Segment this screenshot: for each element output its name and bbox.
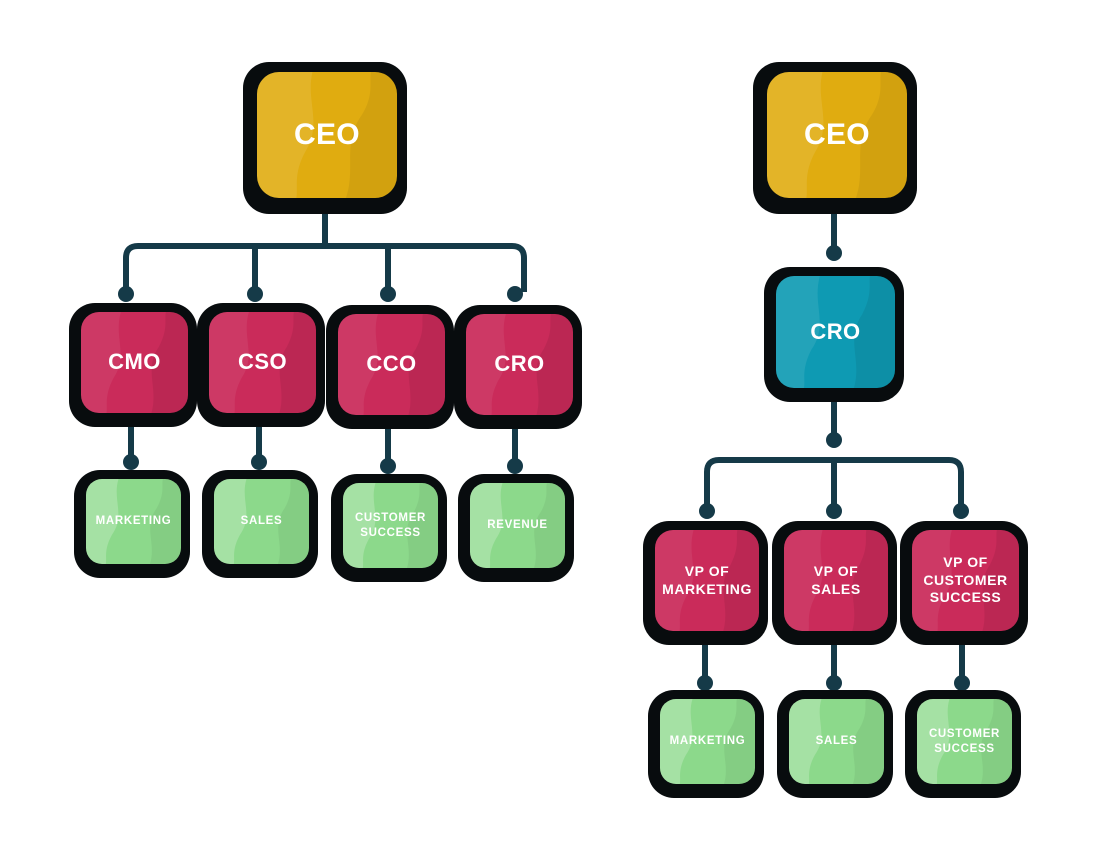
node-face: CUSTOMER SUCCESS	[917, 699, 1012, 784]
node-right-vp-customer-success[interactable]: VP OF CUSTOMER SUCCESS	[900, 521, 1028, 645]
node-label: MARKETING	[669, 735, 746, 748]
node-label: CSO	[238, 349, 287, 375]
node-label: SALES	[240, 515, 283, 528]
node-face: CEO	[257, 72, 397, 198]
org-chart-canvas: CEO CMO CSO CCO CRO MARKETING SALES CUST…	[0, 0, 1097, 853]
node-face: CRO	[776, 276, 895, 388]
node-left-cco[interactable]: CCO	[326, 305, 454, 429]
node-face: SALES	[214, 479, 309, 564]
node-left-cmo[interactable]: CMO	[69, 303, 197, 427]
node-left-ceo[interactable]: CEO	[243, 62, 407, 214]
node-label: VP OF MARKETING	[662, 563, 752, 597]
node-right-vp-sales[interactable]: VP OF SALES	[772, 521, 897, 645]
node-left-leaf-revenue[interactable]: REVENUE	[458, 474, 574, 582]
node-right-leaf-customer-success[interactable]: CUSTOMER SUCCESS	[905, 690, 1021, 798]
node-left-cso[interactable]: CSO	[197, 303, 325, 427]
node-face: CRO	[466, 314, 573, 415]
node-label: CRO	[494, 351, 545, 377]
node-face: CMO	[81, 312, 188, 413]
node-right-cro[interactable]: CRO	[764, 267, 904, 402]
node-label: CEO	[804, 118, 870, 152]
node-face: SALES	[789, 699, 884, 784]
node-face: VP OF CUSTOMER SUCCESS	[912, 530, 1019, 631]
node-label: CEO	[294, 118, 360, 152]
node-right-ceo[interactable]: CEO	[753, 62, 917, 214]
node-label: CCO	[366, 351, 417, 377]
node-label: VP OF SALES	[811, 563, 861, 597]
node-left-leaf-sales[interactable]: SALES	[202, 470, 318, 578]
node-label: VP OF CUSTOMER SUCCESS	[923, 554, 1008, 606]
node-face: MARKETING	[86, 479, 181, 564]
node-face: VP OF MARKETING	[655, 530, 759, 631]
node-left-leaf-customer-success[interactable]: CUSTOMER SUCCESS	[331, 474, 447, 582]
node-right-leaf-sales[interactable]: SALES	[777, 690, 893, 798]
node-label: CRO	[810, 318, 861, 344]
node-label: REVENUE	[487, 519, 548, 532]
node-face: CUSTOMER SUCCESS	[343, 483, 438, 568]
node-left-leaf-marketing[interactable]: MARKETING	[74, 470, 190, 578]
node-face: MARKETING	[660, 699, 755, 784]
node-right-leaf-marketing[interactable]: MARKETING	[648, 690, 764, 798]
node-face: REVENUE	[470, 483, 565, 568]
node-face: CEO	[767, 72, 907, 198]
node-label: CMO	[108, 349, 161, 375]
node-face: VP OF SALES	[784, 530, 888, 631]
node-label: SALES	[815, 735, 858, 748]
node-label: CUSTOMER SUCCESS	[354, 511, 427, 539]
node-label: MARKETING	[95, 515, 172, 528]
node-right-vp-marketing[interactable]: VP OF MARKETING	[643, 521, 768, 645]
node-face: CSO	[209, 312, 316, 413]
node-face: CCO	[338, 314, 445, 415]
node-label: CUSTOMER SUCCESS	[928, 727, 1001, 755]
node-left-cro[interactable]: CRO	[454, 305, 582, 429]
